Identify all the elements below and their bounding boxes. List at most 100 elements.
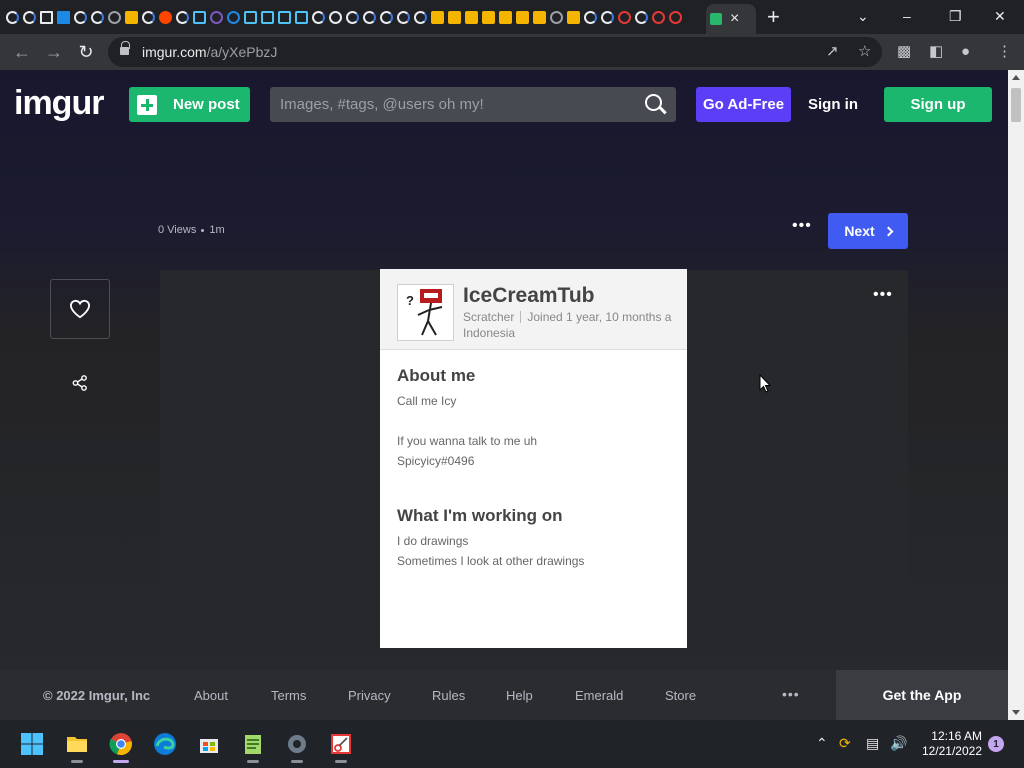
tab-favicon[interactable] — [599, 6, 616, 28]
volume-icon[interactable]: 🔊 — [890, 734, 907, 752]
url-text[interactable]: imgur.com/a/yXePbzJ — [142, 44, 277, 60]
tab-favicon[interactable] — [497, 6, 514, 28]
close-tab-icon[interactable]: × — [730, 11, 739, 27]
tab-favicon[interactable] — [38, 6, 55, 28]
maximize-button[interactable]: ❐ — [949, 6, 962, 26]
side-panel-icon[interactable]: ◧ — [929, 42, 943, 62]
footer-link-terms[interactable]: Terms — [271, 688, 306, 703]
tab-favicon[interactable] — [565, 6, 582, 28]
tab-favicon[interactable] — [633, 6, 650, 28]
tab-favicon[interactable] — [293, 6, 310, 28]
tab-favicon[interactable] — [446, 6, 463, 28]
profile-icon[interactable]: ● — [961, 42, 970, 62]
network-icon[interactable]: ▤ — [866, 734, 879, 752]
footer-link-store[interactable]: Store — [665, 688, 696, 703]
back-icon[interactable]: ← — [10, 40, 34, 64]
sign-up-button[interactable]: Sign up — [884, 87, 992, 122]
show-hidden-icons-icon[interactable]: ⌃ — [816, 734, 828, 752]
new-post-button[interactable]: New post — [129, 87, 250, 122]
tab-favicon[interactable] — [242, 6, 259, 28]
menu-icon[interactable]: ⋮ — [997, 42, 1012, 62]
sync-icon[interactable]: ⟳ — [839, 734, 851, 752]
tab-favicon[interactable] — [21, 6, 38, 28]
tab-favicon[interactable] — [4, 6, 21, 28]
post-image[interactable]: ? IceCreamTub Scratcher Joined 1 year, 10… — [380, 269, 687, 648]
clock[interactable]: 12:16 AM 12/21/2022 — [918, 729, 982, 759]
tab-favicon[interactable] — [55, 6, 72, 28]
minimize-button[interactable]: – — [903, 6, 911, 26]
footer-more-icon[interactable]: ••• — [782, 686, 800, 702]
tab-favicon[interactable] — [344, 6, 361, 28]
tab-favicon[interactable] — [548, 6, 565, 28]
tab-favicon[interactable] — [191, 6, 208, 28]
share-icon[interactable] — [72, 375, 88, 391]
search-icon[interactable] — [645, 94, 662, 111]
settings-icon[interactable] — [285, 732, 309, 763]
tab-favicon[interactable] — [429, 6, 446, 28]
footer-link-about[interactable]: About — [194, 688, 228, 703]
tab-favicon[interactable] — [667, 6, 684, 28]
scroll-up-icon[interactable] — [1012, 75, 1020, 80]
scroll-down-icon[interactable] — [1012, 710, 1020, 715]
tab-favicon[interactable] — [157, 6, 174, 28]
file-explorer-icon[interactable] — [65, 732, 89, 763]
post-options-icon[interactable]: ••• — [792, 218, 812, 234]
windows-start-icon[interactable] — [20, 732, 44, 756]
tab-favicon[interactable] — [395, 6, 412, 28]
notification-badge[interactable]: 1 — [988, 736, 1004, 752]
tab-favicon[interactable] — [480, 6, 497, 28]
tab-favicon[interactable] — [259, 6, 276, 28]
bookmark-star-icon[interactable]: ☆ — [858, 42, 871, 62]
lock-icon[interactable] — [120, 41, 130, 56]
notepad-icon[interactable] — [241, 732, 265, 763]
tab-favicon[interactable] — [310, 6, 327, 28]
tab-search-dropdown-icon[interactable]: ⌄ — [857, 6, 869, 26]
share-page-icon[interactable]: ↗ — [826, 42, 839, 62]
snipping-tool-icon[interactable] — [329, 732, 353, 763]
footer-link-help[interactable]: Help — [506, 688, 533, 703]
favorite-button[interactable] — [50, 279, 110, 339]
reload-icon[interactable]: ↻ — [74, 40, 98, 64]
edge-icon[interactable] — [153, 732, 177, 756]
tab-favicon[interactable] — [361, 6, 378, 28]
tab-favicon[interactable] — [225, 6, 242, 28]
search-input[interactable] — [270, 87, 676, 122]
store-icon[interactable] — [197, 732, 221, 756]
get-the-app-button[interactable]: Get the App — [836, 670, 1008, 720]
page-scrollbar[interactable] — [1008, 70, 1024, 720]
tab-favicon[interactable] — [616, 6, 633, 28]
tab-favicon[interactable] — [463, 6, 480, 28]
go-ad-free-button[interactable]: Go Ad-Free — [696, 87, 791, 122]
tab-favicon[interactable] — [582, 6, 599, 28]
footer-link-privacy[interactable]: Privacy — [348, 688, 391, 703]
tab-favicon[interactable] — [412, 6, 429, 28]
footer-link-emerald[interactable]: Emerald — [575, 688, 623, 703]
sign-in-link[interactable]: Sign in — [808, 87, 858, 122]
tab-favicon[interactable] — [276, 6, 293, 28]
image-options-icon[interactable]: ••• — [873, 287, 893, 303]
next-post-button[interactable]: Next — [828, 213, 908, 249]
tab-favicon[interactable] — [650, 6, 667, 28]
tab-favicon[interactable] — [72, 6, 89, 28]
tab-favicon[interactable] — [89, 6, 106, 28]
tab-favicon[interactable] — [208, 6, 225, 28]
tab-favicon[interactable] — [106, 6, 123, 28]
close-window-button[interactable]: ✕ — [994, 6, 1006, 26]
forward-icon[interactable]: → — [42, 40, 66, 64]
tab-favicon[interactable] — [140, 6, 157, 28]
active-tab[interactable]: × — [706, 4, 756, 34]
address-bar[interactable]: imgur.com/a/yXePbzJ — [108, 37, 882, 67]
tab-favicon[interactable] — [378, 6, 395, 28]
scrollbar-thumb[interactable] — [1011, 88, 1021, 122]
chrome-icon[interactable] — [109, 732, 133, 763]
tab-favicon[interactable] — [514, 6, 531, 28]
tab-favicon[interactable] — [123, 6, 140, 28]
tab-favicon[interactable] — [327, 6, 344, 28]
footer-link-rules[interactable]: Rules — [432, 688, 465, 703]
extensions-icon[interactable]: ▩ — [897, 42, 911, 62]
tab-favicons[interactable] — [4, 6, 684, 28]
imgur-logo[interactable]: imgur — [14, 84, 104, 123]
new-tab-button[interactable]: + — [767, 6, 780, 28]
tab-favicon[interactable] — [531, 6, 548, 28]
tab-favicon[interactable] — [174, 6, 191, 28]
